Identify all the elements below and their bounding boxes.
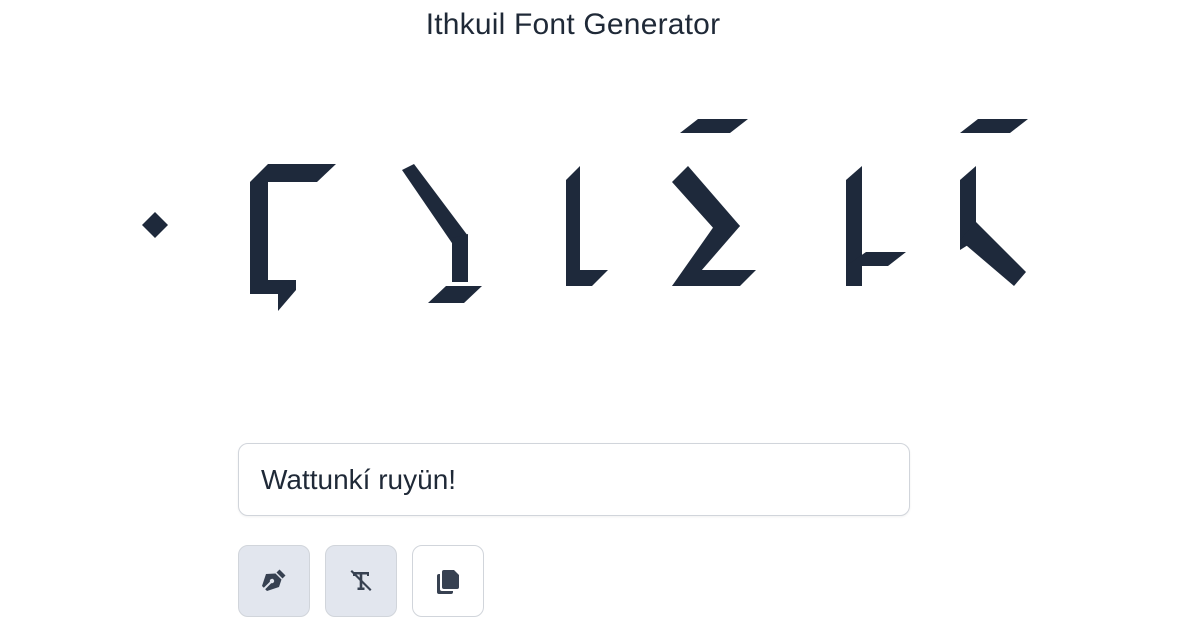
text-slash-icon — [350, 570, 372, 591]
text-input[interactable] — [238, 443, 910, 516]
copy-icon — [437, 570, 459, 594]
page: Ithkuil Font Generator — [0, 0, 1200, 630]
glyph-5 — [672, 119, 756, 286]
draw-button[interactable] — [238, 545, 310, 617]
glyph-6 — [846, 166, 906, 286]
glyph-4 — [566, 166, 608, 286]
glyph-2 — [250, 164, 336, 311]
pen-nib-icon — [262, 569, 286, 591]
glyph-diamond — [142, 212, 168, 238]
copy-button[interactable] — [412, 545, 484, 617]
clear-format-button[interactable] — [325, 545, 397, 617]
glyph-7 — [960, 119, 1028, 286]
glyph-3 — [402, 164, 482, 303]
toolbar — [238, 545, 484, 618]
ithkuil-glyph-canvas — [142, 119, 1028, 311]
